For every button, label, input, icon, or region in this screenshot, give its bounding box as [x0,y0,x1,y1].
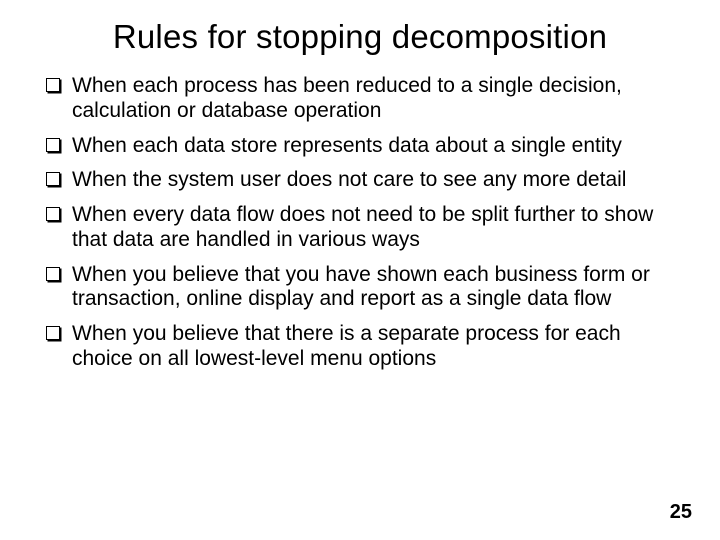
bullet-text: When the system user does not care to se… [72,168,626,191]
list-item: When each data store represents data abo… [46,134,680,159]
bullet-text: When each process has been reduced to a … [72,74,622,122]
list-item: When every data flow does not need to be… [46,203,680,253]
bullet-text: When every data flow does not need to be… [72,203,653,251]
hollow-square-icon [46,267,60,281]
bullet-text: When you believe that there is a separat… [72,322,621,370]
bullet-list: When each process has been reduced to a … [46,74,680,372]
list-item: When you believe that there is a separat… [46,322,680,372]
hollow-square-icon [46,326,60,340]
hollow-square-icon [46,78,60,92]
hollow-square-icon [46,138,60,152]
hollow-square-icon [46,207,60,221]
slide-title: Rules for stopping decomposition [40,18,680,56]
bullet-text: When each data store represents data abo… [72,134,622,157]
hollow-square-icon [46,172,60,186]
list-item: When you believe that you have shown eac… [46,263,680,313]
bullet-text: When you believe that you have shown eac… [72,263,650,311]
list-item: When each process has been reduced to a … [46,74,680,124]
slide: Rules for stopping decomposition When ea… [0,0,720,540]
list-item: When the system user does not care to se… [46,168,680,193]
page-number: 25 [670,501,692,524]
